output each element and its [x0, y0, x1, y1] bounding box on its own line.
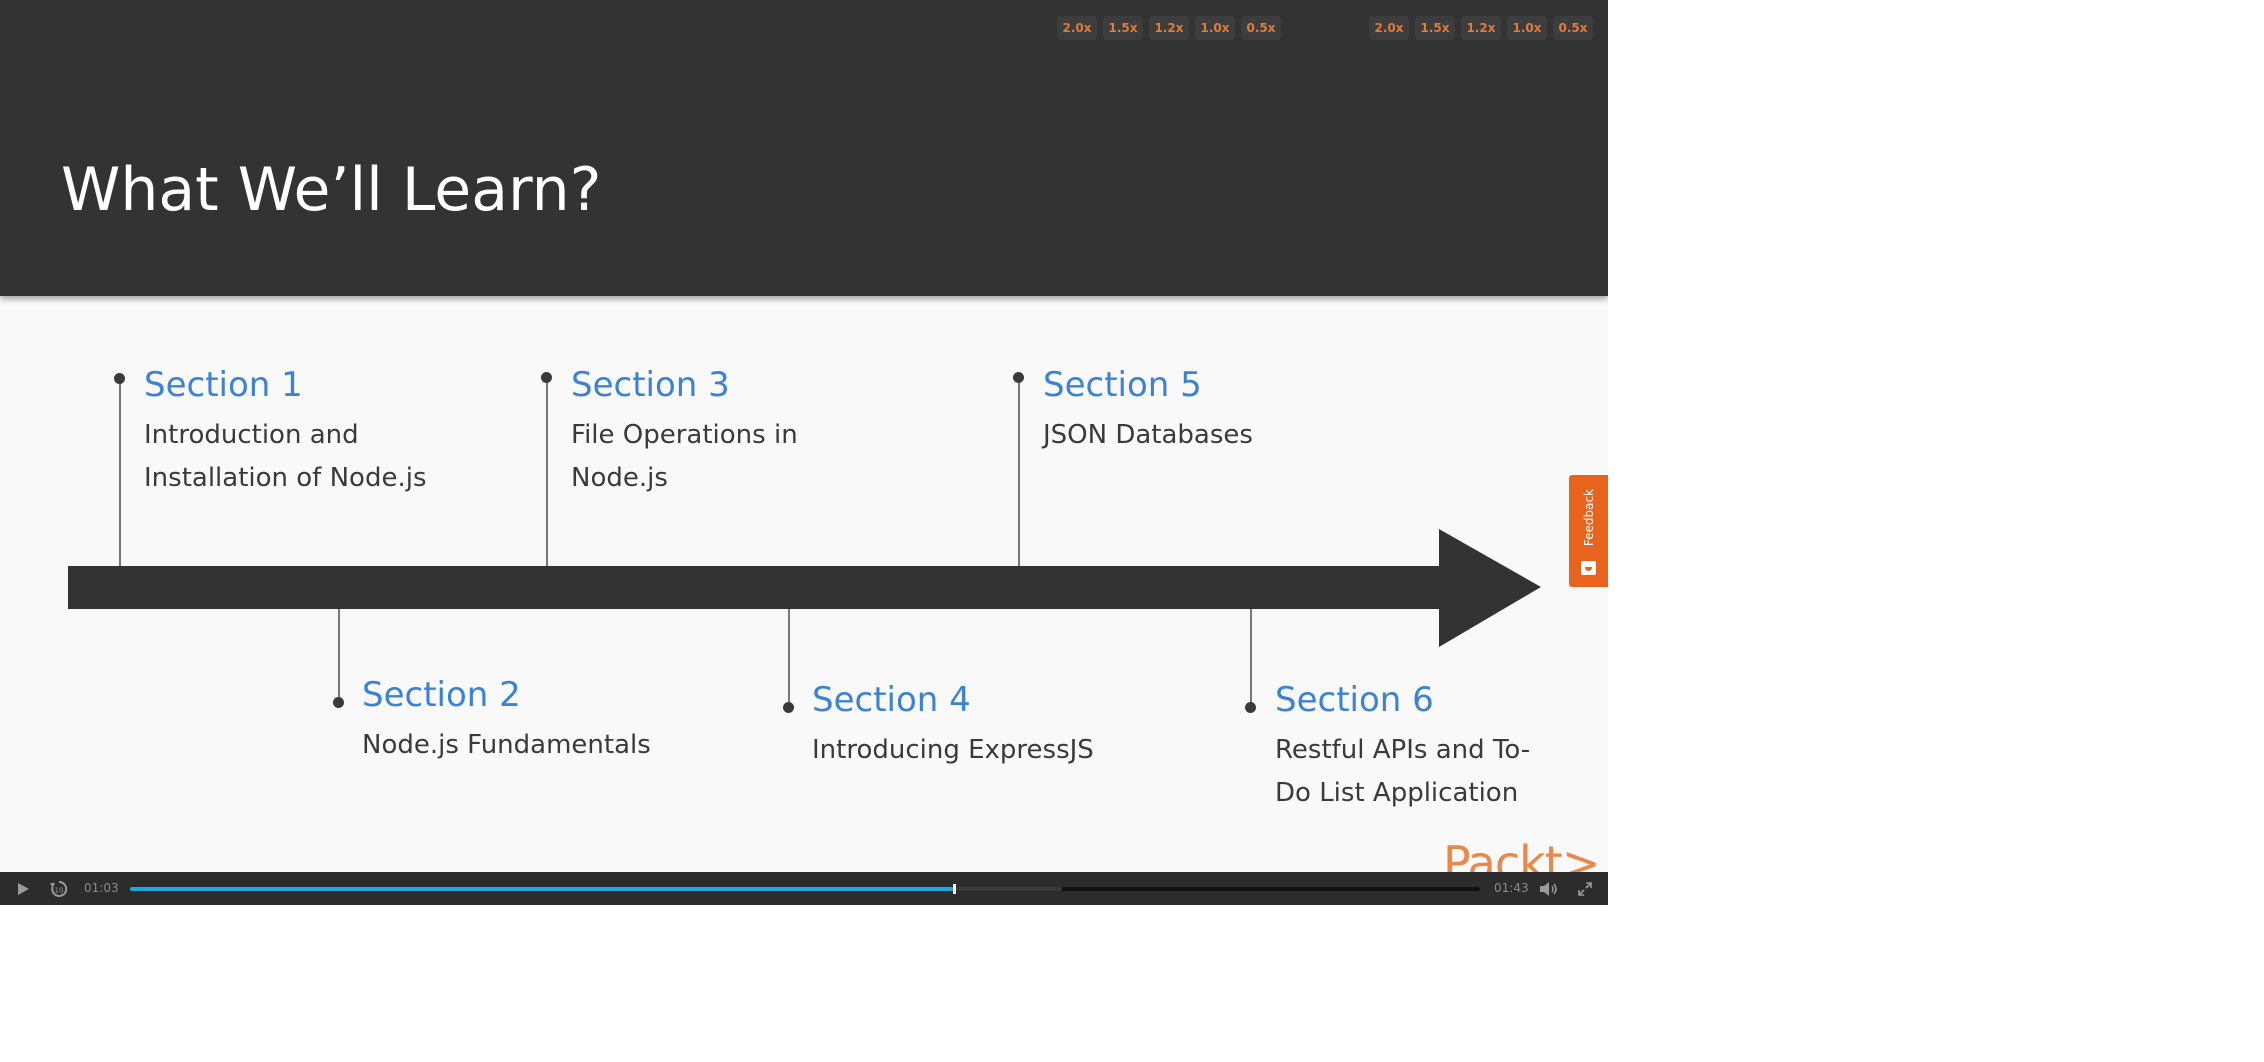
section-4-description: Introducing ExpressJS	[812, 735, 1094, 765]
section-1: Section 1 Introduction and Installation …	[144, 368, 426, 500]
video-player[interactable]: What We’ll Learn? 2.0x 1.5x 1.2x 1.0x 0.…	[0, 0, 1608, 905]
section-3-title: Section 3	[571, 365, 730, 405]
section-1-title: Section 1	[144, 365, 303, 405]
section-6-title: Section 6	[1275, 680, 1434, 720]
section-6-connector	[1250, 609, 1252, 707]
progress-track[interactable]	[130, 884, 1480, 894]
progress-handle[interactable]	[952, 884, 956, 894]
section-1-connector	[119, 378, 121, 566]
duration-time: 01:43	[1494, 881, 1529, 895]
feedback-icon	[1581, 561, 1596, 575]
timeline-arrow-shaft	[68, 566, 1442, 609]
section-4-connector	[788, 609, 790, 707]
timeline-arrow-head	[1439, 529, 1541, 647]
feedback-tab[interactable]: Feedback	[1569, 475, 1608, 587]
section-5-title: Section 5	[1043, 365, 1202, 405]
svg-text:10: 10	[55, 886, 64, 894]
section-5-connector	[1018, 377, 1020, 566]
section-5-description: JSON Databases	[1043, 420, 1253, 450]
section-2-marker	[333, 697, 344, 708]
feedback-label: Feedback	[1581, 489, 1596, 547]
section-6-description: Restful APIs and To- Do List Application	[1275, 735, 1531, 808]
replay-10-icon[interactable]: 10	[46, 872, 72, 905]
section-3-connector	[546, 377, 548, 566]
section-5-marker	[1013, 372, 1024, 383]
section-1-description: Introduction and Installation of Node.js	[144, 420, 427, 493]
section-4-title: Section 4	[812, 680, 971, 720]
section-2-connector	[338, 609, 340, 702]
player-control-bar: 10 01:03 01:43	[0, 872, 1608, 905]
volume-icon[interactable]	[1535, 872, 1563, 905]
section-5: Section 5 JSON Databases	[1043, 368, 1253, 457]
section-6: Section 6 Restful APIs and To- Do List A…	[1275, 683, 1530, 815]
section-2: Section 2 Node.js Fundamentals	[362, 678, 651, 767]
fullscreen-icon[interactable]	[1572, 872, 1598, 905]
current-time: 01:03	[84, 881, 119, 895]
section-2-title: Section 2	[362, 675, 521, 715]
section-3-description: File Operations in Node.js	[571, 420, 798, 493]
section-6-marker	[1245, 702, 1256, 713]
section-4-marker	[783, 702, 794, 713]
section-3: Section 3 File Operations in Node.js	[571, 368, 798, 500]
section-4: Section 4 Introducing ExpressJS	[812, 683, 1094, 772]
section-2-description: Node.js Fundamentals	[362, 730, 651, 760]
played-bar	[130, 887, 954, 891]
play-icon[interactable]	[10, 872, 36, 905]
section-3-marker	[541, 372, 552, 383]
section-1-marker	[114, 373, 125, 384]
